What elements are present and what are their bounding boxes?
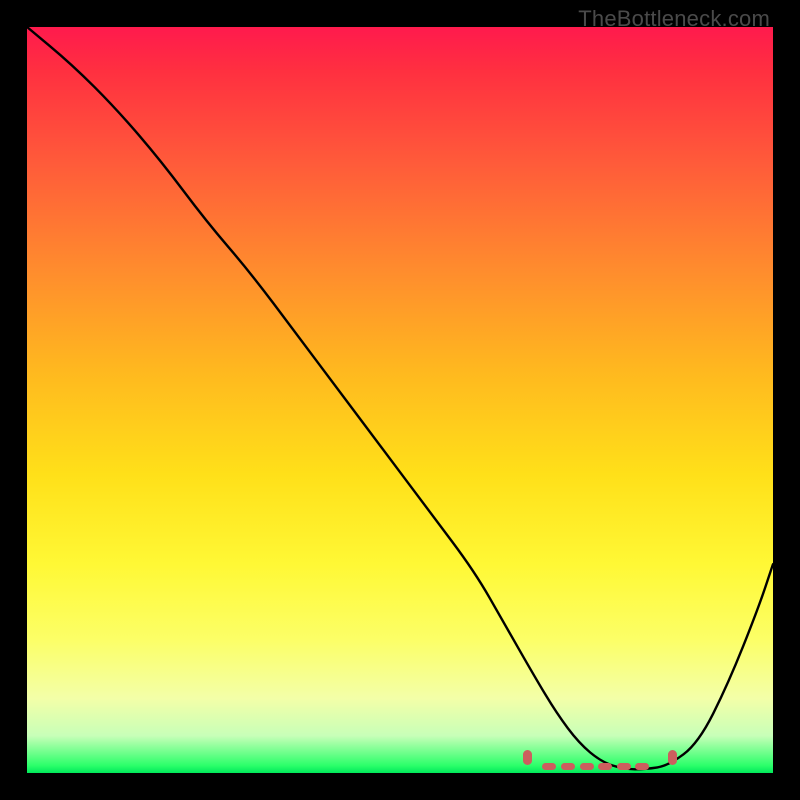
- optimal-marker: [668, 750, 677, 765]
- optimal-marker: [523, 750, 532, 765]
- optimal-marker: [598, 763, 612, 770]
- optimal-marker: [617, 763, 631, 770]
- optimal-marker: [635, 763, 649, 770]
- watermark-text: TheBottleneck.com: [578, 6, 770, 32]
- optimal-band-markers: [27, 27, 773, 773]
- optimal-marker: [580, 763, 594, 770]
- optimal-marker: [561, 763, 575, 770]
- chart-plot-area: [27, 27, 773, 773]
- optimal-marker: [542, 763, 556, 770]
